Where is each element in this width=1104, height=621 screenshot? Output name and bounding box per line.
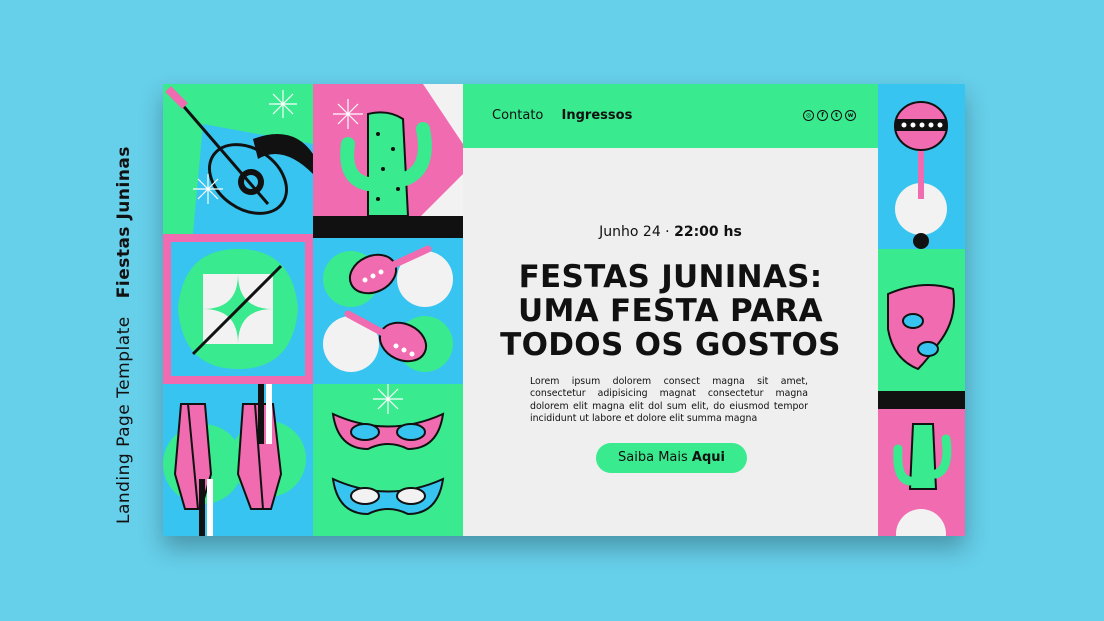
whatsapp-icon[interactable]: w bbox=[845, 110, 856, 121]
cta-emphasis: Aqui bbox=[691, 450, 725, 465]
top-bar: Contato Ingressos ◎ f t w bbox=[463, 84, 878, 148]
template-label: Landing Page Template bbox=[114, 316, 134, 525]
social-links: ◎ f t w bbox=[803, 110, 856, 121]
bonfire-icon bbox=[163, 384, 313, 536]
event-datetime: Junho 24 · 22:00 hs bbox=[463, 224, 878, 240]
landing-page-card: Contato Ingressos ◎ f t w Junho 24 · 22:… bbox=[163, 84, 965, 536]
maracas-icon bbox=[313, 234, 463, 384]
twitter-icon[interactable]: t bbox=[831, 110, 842, 121]
cactus-tile bbox=[313, 84, 463, 234]
template-title: Fiestas Juninas bbox=[114, 145, 134, 299]
event-date: Junho 24 · bbox=[599, 224, 670, 240]
headline-line-2: UMA FESTA PARA bbox=[518, 293, 823, 329]
maraca-tile bbox=[878, 84, 965, 249]
side-caption: Landing Page Template Fiestas Juninas bbox=[114, 146, 134, 524]
small-cactus-icon bbox=[878, 409, 965, 536]
headline-line-3: TODOS OS GOSTOS bbox=[500, 327, 841, 363]
guitar-icon bbox=[163, 84, 313, 234]
body-paragraph: Lorem ipsum dolorem consect magna sit am… bbox=[530, 376, 808, 424]
geometric-flower-icon bbox=[163, 234, 313, 384]
small-cactus-tile bbox=[878, 409, 965, 536]
guitar-tile bbox=[163, 84, 313, 234]
cta-prefix: Saiba Mais bbox=[618, 450, 688, 465]
carnival-mask-icon bbox=[313, 384, 463, 536]
bonfire-tile bbox=[163, 384, 313, 536]
learn-more-button[interactable]: Saiba Mais Aqui bbox=[596, 443, 747, 473]
carnival-masks-tile bbox=[313, 384, 463, 536]
geometric-flower-tile bbox=[163, 234, 313, 384]
instagram-icon[interactable]: ◎ bbox=[803, 110, 814, 121]
mask-tile bbox=[878, 249, 965, 409]
mask-icon bbox=[878, 249, 965, 409]
nav-contact-link[interactable]: Contato bbox=[492, 108, 543, 123]
headline-line-1: FESTAS JUNINAS: bbox=[518, 259, 823, 295]
nav-tickets-link[interactable]: Ingressos bbox=[562, 108, 633, 123]
maraca-icon bbox=[878, 84, 965, 249]
page-headline: FESTAS JUNINAS: UMA FESTA PARA TODOS OS … bbox=[463, 260, 878, 362]
facebook-icon[interactable]: f bbox=[817, 110, 828, 121]
top-nav: Contato Ingressos bbox=[492, 108, 646, 123]
cactus-icon bbox=[313, 84, 463, 234]
content-panel: Contato Ingressos ◎ f t w Junho 24 · 22:… bbox=[463, 84, 878, 536]
event-time: 22:00 hs bbox=[674, 224, 742, 240]
maracas-tile bbox=[313, 234, 463, 384]
